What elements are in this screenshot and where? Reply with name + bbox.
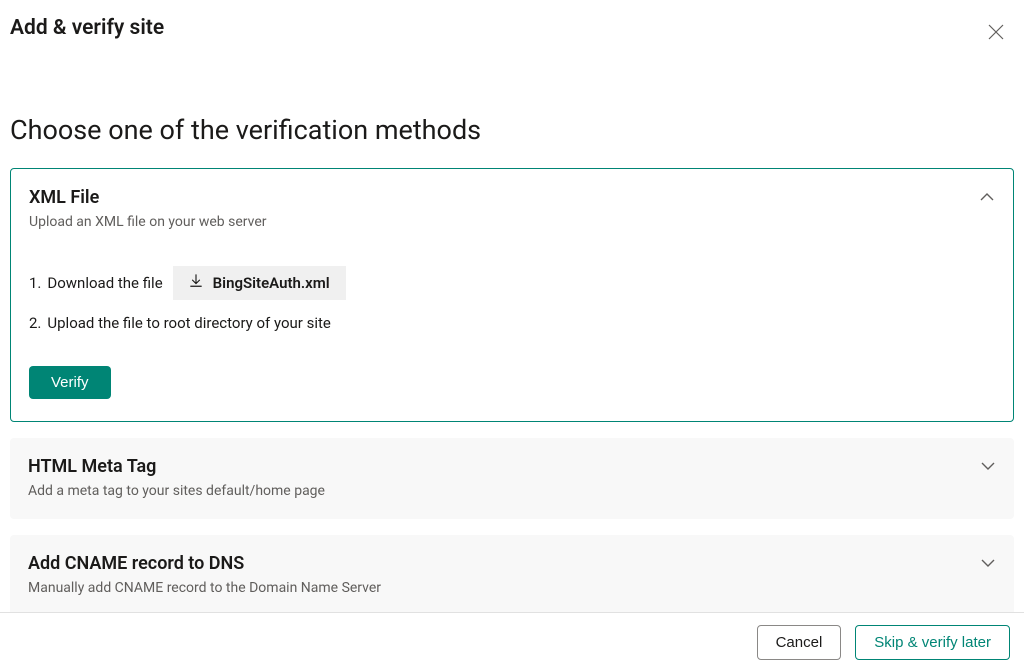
step-label: Download the file [47, 274, 162, 292]
step-1: 1. Download the file BingSiteAuth.xml [29, 266, 995, 300]
dialog-footer: Cancel Skip & verify later [0, 612, 1024, 672]
download-filename: BingSiteAuth.xml [213, 274, 330, 292]
verify-button[interactable]: Verify [29, 366, 111, 399]
chevron-down-icon [980, 458, 996, 478]
chevron-up-icon [979, 189, 995, 209]
method-card-html-meta-tag[interactable]: HTML Meta Tag Add a meta tag to your sit… [10, 438, 1014, 519]
method-card-xml-file[interactable]: XML File Upload an XML file on your web … [10, 168, 1014, 422]
download-icon [189, 274, 203, 292]
close-button[interactable] [984, 20, 1008, 44]
step-label: Upload the file to root directory of you… [47, 314, 330, 332]
steps-list: 1. Download the file BingSiteAuth.xml 2.… [29, 266, 995, 332]
method-card-cname-dns[interactable]: Add CNAME record to DNS Manually add CNA… [10, 535, 1014, 616]
method-subtitle: Manually add CNAME record to the Domain … [28, 580, 996, 596]
step-number: 2. [29, 314, 41, 332]
step-number: 1. [29, 274, 41, 292]
dialog-title: Add & verify site [10, 16, 164, 40]
cancel-button[interactable]: Cancel [757, 625, 842, 660]
section-heading: Choose one of the verification methods [10, 114, 1014, 146]
method-title: XML File [29, 187, 995, 208]
dialog-container: Add & verify site Choose one of the veri… [0, 0, 1024, 616]
skip-verify-later-button[interactable]: Skip & verify later [855, 625, 1010, 660]
method-title: HTML Meta Tag [28, 456, 996, 477]
method-subtitle: Add a meta tag to your sites default/hom… [28, 483, 996, 499]
download-file-button[interactable]: BingSiteAuth.xml [173, 266, 346, 300]
chevron-down-icon [980, 555, 996, 575]
method-subtitle: Upload an XML file on your web server [29, 214, 995, 230]
step-2: 2. Upload the file to root directory of … [29, 314, 995, 332]
close-icon [988, 24, 1004, 40]
dialog-header: Add & verify site [10, 16, 1014, 44]
method-title: Add CNAME record to DNS [28, 553, 996, 574]
